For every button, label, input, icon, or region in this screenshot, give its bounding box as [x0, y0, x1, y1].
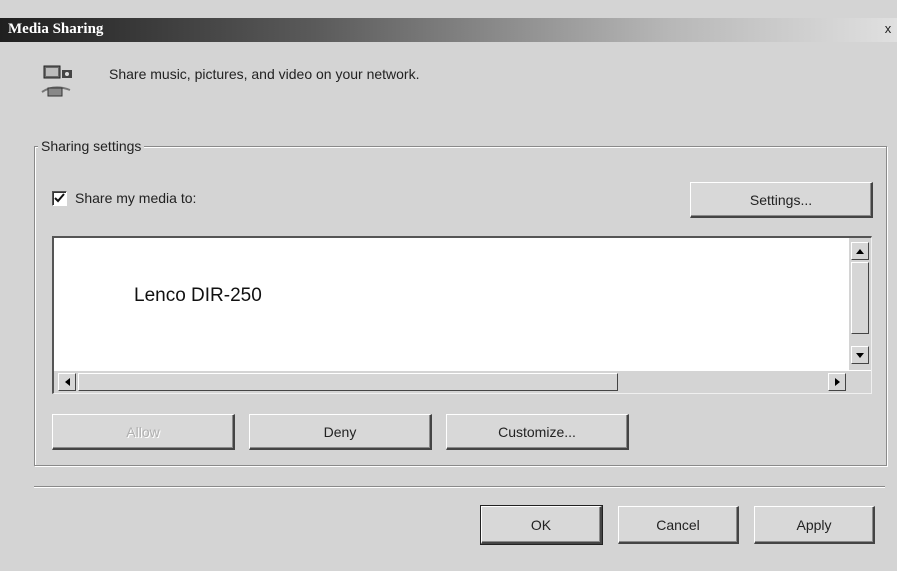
scrollbar-corner — [849, 371, 871, 393]
arrow-right-icon — [834, 378, 840, 386]
share-media-row[interactable]: Share my media to: — [52, 190, 196, 206]
arrow-up-icon — [856, 248, 864, 254]
arrow-down-icon — [856, 352, 864, 358]
title-bar: Media Sharing x — [0, 18, 897, 42]
settings-button[interactable]: Settings... — [690, 182, 873, 218]
window-title: Media Sharing — [8, 21, 104, 37]
separator — [34, 486, 885, 488]
customize-button[interactable]: Customize... — [446, 414, 629, 450]
arrow-left-icon — [64, 378, 70, 386]
horizontal-scroll-thumb[interactable] — [78, 373, 618, 391]
scroll-down-button[interactable] — [851, 346, 869, 364]
share-media-checkbox[interactable] — [52, 190, 67, 206]
header-description: Share music, pictures, and video on your… — [109, 66, 420, 82]
horizontal-scrollbar[interactable] — [54, 371, 850, 393]
vertical-scrollbar[interactable] — [849, 238, 871, 370]
cancel-button[interactable]: Cancel — [618, 506, 739, 544]
scroll-up-button[interactable] — [851, 242, 869, 260]
apply-button[interactable]: Apply — [754, 506, 875, 544]
scroll-left-button[interactable] — [58, 373, 76, 391]
allow-button[interactable]: Allow — [52, 414, 235, 450]
deny-button[interactable]: Deny — [249, 414, 432, 450]
ok-button[interactable]: OK — [480, 505, 603, 545]
close-button[interactable]: x — [881, 21, 895, 37]
vertical-scroll-thumb[interactable] — [851, 262, 869, 334]
device-list[interactable]: Lenco DIR-250 — [52, 236, 872, 394]
share-media-label: Share my media to: — [75, 190, 197, 206]
scroll-right-button[interactable] — [828, 373, 846, 391]
sharing-settings-label: Sharing settings — [38, 138, 145, 154]
list-item[interactable]: Lenco DIR-250 — [134, 285, 262, 307]
media-sharing-icon — [40, 62, 86, 102]
